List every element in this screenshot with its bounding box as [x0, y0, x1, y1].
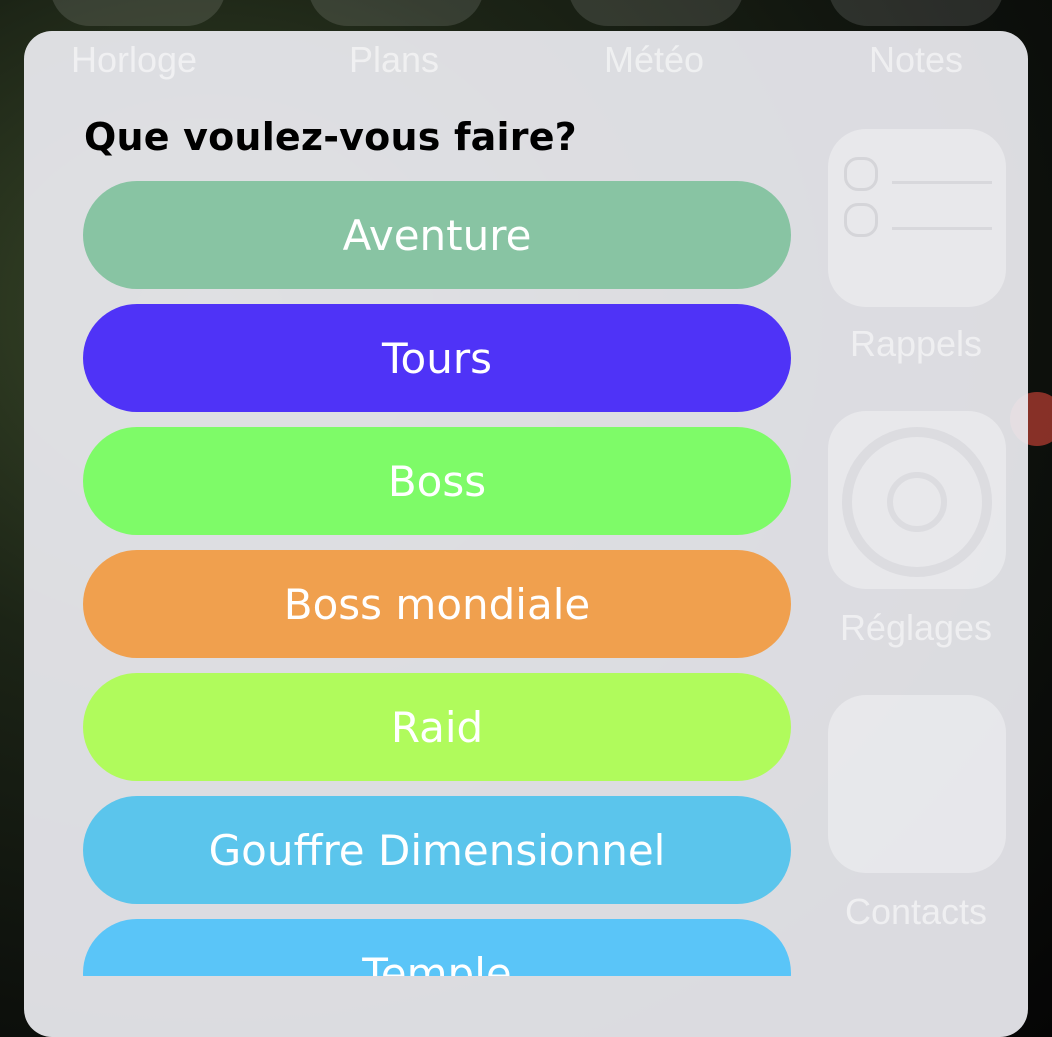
gouffre-dimensionnel-button[interactable]: Gouffre Dimensionnel — [83, 796, 791, 904]
maps-app-icon — [308, 0, 484, 26]
reminder-dot-icon — [844, 157, 878, 191]
temple-button[interactable]: Temple — [83, 919, 791, 976]
reminder-line — [892, 181, 992, 184]
reminder-line — [892, 227, 992, 230]
tours-button[interactable]: Tours — [83, 304, 791, 412]
home-label-contacts: Contacts — [844, 891, 988, 932]
home-label-weather: Météo — [603, 39, 705, 80]
boss-button[interactable]: Boss — [83, 427, 791, 535]
home-label-notes: Notes — [868, 39, 964, 80]
home-label-reminders: Rappels — [849, 323, 983, 364]
action-list[interactable]: Aventure Tours Boss Boss mondiale Raid G… — [83, 181, 791, 976]
weather-app-icon — [568, 0, 744, 26]
home-label-maps: Plans — [348, 39, 440, 80]
action-sheet: Horloge Plans Météo Notes Rappels Réglag… — [24, 31, 1028, 1037]
contacts-icon-ghost — [828, 695, 1006, 873]
settings-gear-icon — [842, 427, 992, 577]
notes-app-icon — [828, 0, 1004, 26]
dialog-title: Que voulez-vous faire? — [84, 115, 577, 159]
reminder-dot-icon — [844, 203, 878, 237]
boss-mondiale-button[interactable]: Boss mondiale — [83, 550, 791, 658]
clock-app-icon — [50, 0, 226, 26]
aventure-button[interactable]: Aventure — [83, 181, 791, 289]
home-label-clock: Horloge — [70, 39, 198, 80]
raid-button[interactable]: Raid — [83, 673, 791, 781]
home-label-settings: Réglages — [839, 607, 993, 648]
